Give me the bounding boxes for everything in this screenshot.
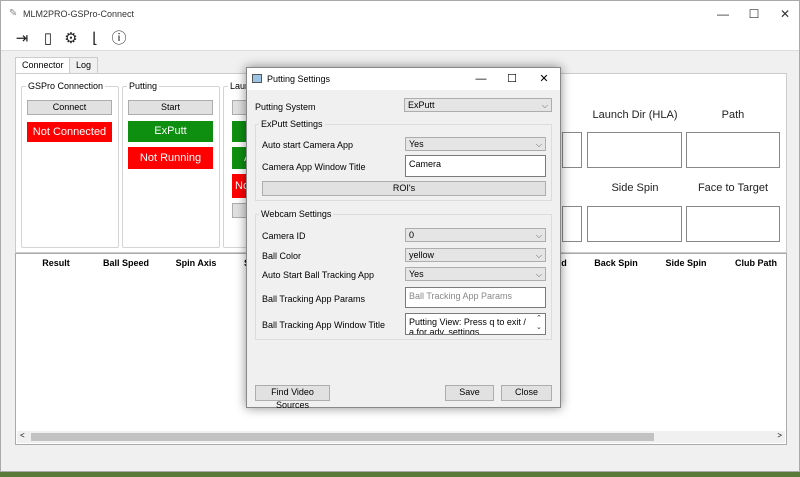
putting-system-value: ExPutt [408,100,435,110]
gspro-connection-group: GSPro Connection Connect Not Connected [21,81,119,248]
column-header[interactable]: Back Spin [586,258,646,268]
side-spin-value [587,206,682,242]
start-putting-button[interactable]: Start [128,100,213,115]
save-button[interactable]: Save [445,385,494,401]
tracking-params-input[interactable]: Ball Tracking App Params [405,287,546,308]
launch-dir-value [587,132,682,168]
close-button[interactable]: ✕ [769,1,800,27]
putting-system-label: Putting System [255,102,316,112]
camera-window-title-input[interactable]: Camera [405,155,546,177]
putting-group-label: Putting [127,81,160,91]
exputt-settings-label: ExPutt Settings [259,119,325,129]
toolbar: ⇥ ▯ ⚙ ⌊ ⓘ [1,27,799,51]
column-header[interactable]: Spin Axis [166,258,226,268]
metric-box [562,206,582,242]
putting-settings-dialog: Putting Settings — ☐ ✕ Putting System Ex… [246,67,561,410]
gear-icon[interactable]: ⚙ [60,28,82,50]
rois-button[interactable]: ROI's [262,181,546,196]
horizontal-scrollbar[interactable]: < > [17,431,785,443]
spinner-arrows-icon[interactable]: ⌃ ⌄ [536,314,542,332]
ball-color-select[interactable]: yellow ⌵ [405,248,546,262]
title-bar: ✎ MLM2PRO-GSPro-Connect — ☐ ✕ [1,1,799,27]
column-header[interactable]: Club Path [726,258,786,268]
maximize-button[interactable]: ☐ [738,1,770,27]
auto-start-tracking-label: Auto Start Ball Tracking App [262,270,375,280]
gspro-group-label: GSPro Connection [26,81,106,91]
putting-system-badge: ExPutt [128,121,213,142]
auto-start-tracking-value: Yes [409,269,424,279]
dialog-title: Putting Settings [267,74,331,84]
phone-icon[interactable]: ▯ [37,28,59,50]
chevron-down-icon: ⌵ [535,140,542,149]
club-icon[interactable]: ⌊ [84,28,106,50]
camera-id-value: 0 [409,230,415,240]
path-label: Path [721,109,745,121]
scrollbar-thumb[interactable] [31,433,654,441]
auto-start-tracking-select[interactable]: Yes ⌵ [405,267,546,281]
find-video-sources-button[interactable]: Find Video Sources [255,385,330,410]
chevron-down-icon: ⌵ [535,231,542,240]
connect-button[interactable]: Connect [27,100,112,115]
auto-start-camera-value: Yes [409,139,424,149]
dialog-maximize-button[interactable]: ☐ [497,68,527,90]
close-dialog-button[interactable]: Close [501,385,552,401]
camera-id-select[interactable]: 0 ⌵ [405,228,546,242]
dialog-title-bar: Putting Settings — ☐ ✕ [247,68,560,90]
auto-start-camera-label: Auto start Camera App [262,140,354,150]
app-icon: ✎ [9,8,18,19]
chevron-down-icon: ⌵ [541,101,548,110]
minimize-button[interactable]: — [707,1,739,27]
chevron-down-icon: ⌵ [535,270,542,279]
scroll-left-icon[interactable]: < [20,431,25,440]
ball-color-value: yellow [409,250,435,260]
tracking-window-title-input[interactable]: Putting View: Press q to exit / a for ad… [405,313,546,335]
face-to-target-label: Face to Target [697,182,769,194]
camera-id-label: Camera ID [262,231,306,241]
webcam-settings-group: Webcam Settings Camera ID 0 ⌵ Ball Color… [255,209,552,340]
metric-box [562,132,582,168]
launch-dir-label: Launch Dir (HLA) [592,109,678,121]
path-value [686,132,780,168]
scroll-right-icon[interactable]: > [777,431,782,440]
exit-icon[interactable]: ⇥ [11,28,33,50]
tab-log[interactable]: Log [69,57,99,73]
info-icon[interactable]: ⓘ [108,28,130,50]
tab-connector[interactable]: Connector [15,57,71,74]
side-spin-label: Side Spin [611,182,659,194]
face-to-target-value [686,206,780,242]
window-title: MLM2PRO-GSPro-Connect [23,9,135,19]
gspro-status-badge: Not Connected [27,122,112,142]
auto-start-camera-select[interactable]: Yes ⌵ [405,137,546,151]
putting-system-select[interactable]: ExPutt ⌵ [404,98,552,112]
column-header[interactable]: Result [36,258,76,268]
tracking-params-label: Ball Tracking App Params [262,294,366,304]
dialog-minimize-button[interactable]: — [466,68,496,90]
webcam-settings-label: Webcam Settings [259,209,334,219]
ball-color-label: Ball Color [262,251,302,261]
tracking-window-title-label: Ball Tracking App Window Title [262,320,386,330]
camera-window-title-label: Camera App Window Title [262,162,366,172]
column-header[interactable]: Side Spin [656,258,716,268]
column-header[interactable]: Ball Speed [96,258,156,268]
chevron-down-icon: ⌵ [535,251,542,260]
dialog-close-button[interactable]: ✕ [529,68,559,90]
exputt-settings-group: ExPutt Settings Auto start Camera App Ye… [255,119,552,201]
putting-status-badge: Not Running [128,147,213,169]
putting-group: Putting Start ExPutt Not Running [122,81,220,248]
window-icon [252,74,262,83]
